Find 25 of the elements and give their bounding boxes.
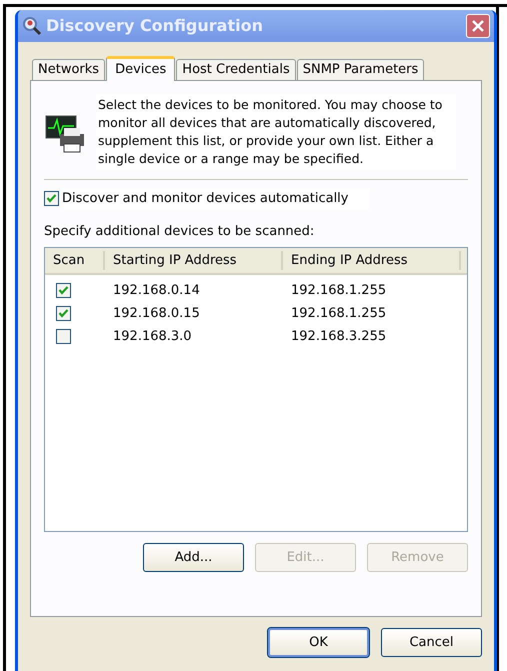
table-cell: 192.168.0.14: [113, 282, 200, 298]
table-cell: 192.168.3.255: [291, 328, 386, 344]
column-header[interactable]: Scan: [45, 251, 105, 270]
checked-checkbox[interactable]: [56, 283, 71, 298]
table-cell: 192.168.3.0: [113, 328, 192, 344]
column-header[interactable]: Starting IP Address: [105, 251, 283, 270]
close-icon: [471, 19, 485, 33]
list-label: Specify additional devices to be scanned:: [44, 222, 316, 240]
checkbox[interactable]: [56, 329, 71, 344]
list-button[interactable]: Add...: [143, 543, 244, 572]
magnifier-icon: [22, 16, 42, 36]
tab[interactable]: Devices: [106, 56, 176, 81]
close-button[interactable]: [466, 14, 490, 38]
window-title: Discovery Configuration: [46, 15, 264, 37]
dialog-button[interactable]: OK: [268, 628, 369, 657]
tab[interactable]: SNMP Parameters: [296, 59, 424, 80]
checked-checkbox[interactable]: [44, 191, 59, 206]
tab[interactable]: Networks: [32, 59, 106, 80]
table-cell: 192.168.1.255: [291, 306, 386, 321]
tab[interactable]: Host Credentials: [176, 59, 296, 80]
table-cell: 192.168.1.255: [291, 282, 386, 298]
checked-checkbox[interactable]: [56, 306, 71, 321]
dialog-button[interactable]: Cancel: [381, 628, 482, 657]
column-header[interactable]: Ending IP Address: [283, 251, 461, 270]
table-cell: 192.168.0.15: [113, 306, 200, 321]
